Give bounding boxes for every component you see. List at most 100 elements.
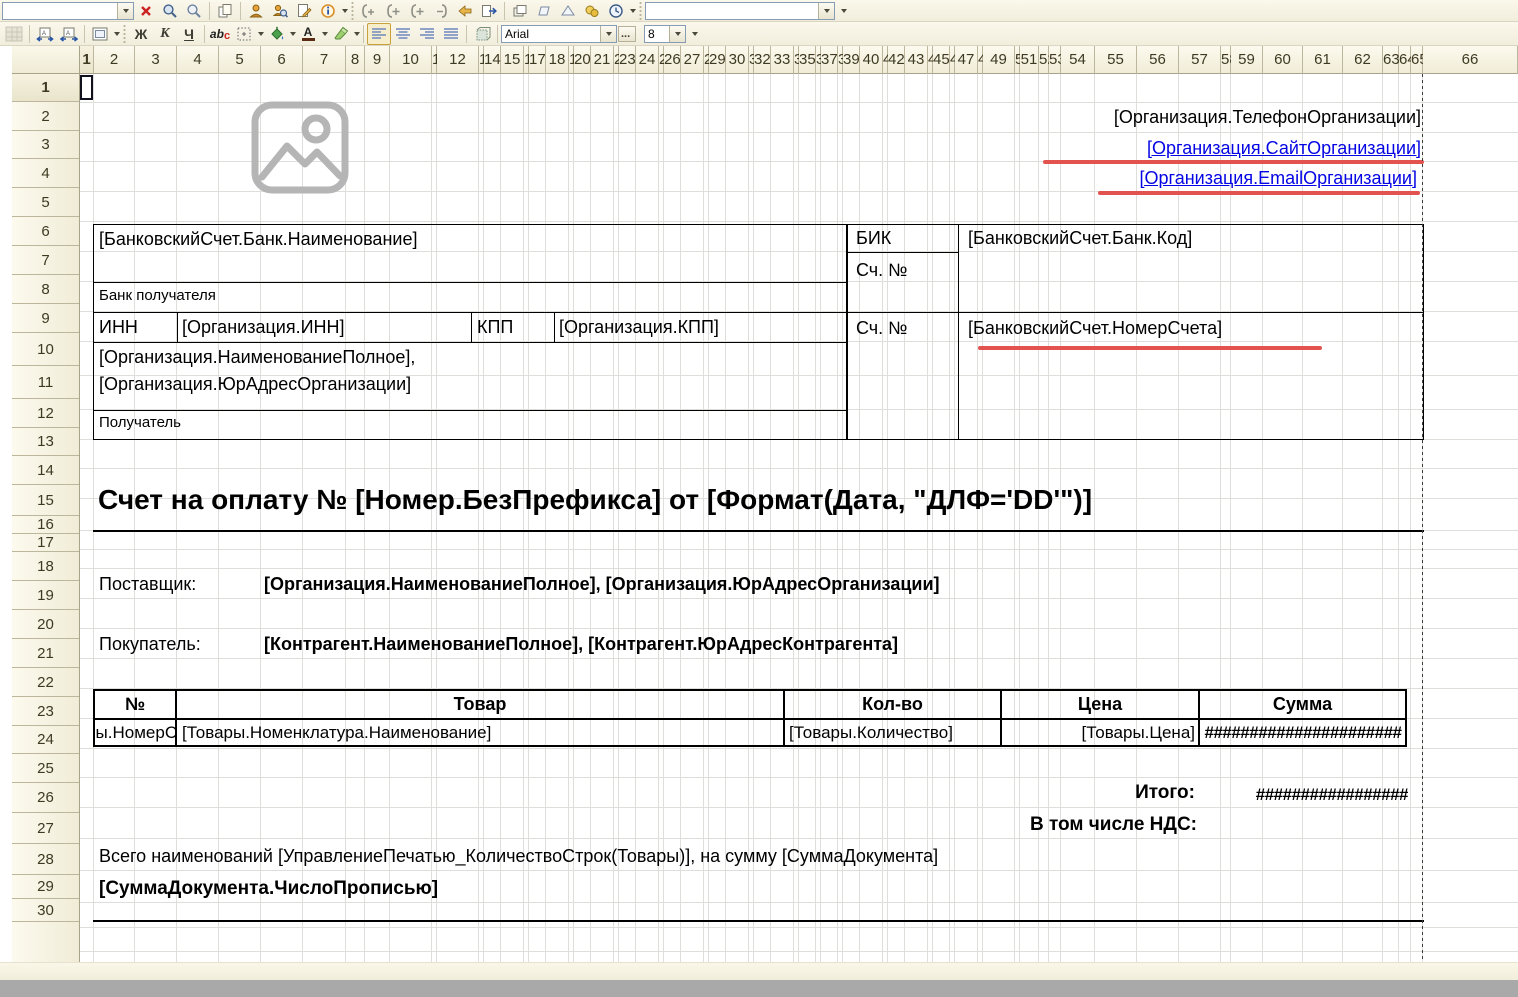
ungroup-columns-button[interactable] <box>429 0 453 22</box>
row-header-26[interactable]: 26 <box>12 783 79 813</box>
widen-column-button[interactable]: A <box>57 23 81 45</box>
column-header-43[interactable]: 43 <box>905 46 928 74</box>
find-user-button[interactable] <box>268 0 292 22</box>
zoom-out-button[interactable] <box>182 0 206 22</box>
column-header-4[interactable]: 4 <box>177 46 219 74</box>
column-header-1[interactable]: 1 <box>80 46 94 74</box>
column-header-3[interactable]: 3 <box>135 46 177 74</box>
user-button[interactable] <box>244 0 268 22</box>
cell-reference-combobox[interactable] <box>2 2 134 20</box>
column-header-40[interactable]: 40 <box>860 46 883 74</box>
align-center-button[interactable] <box>391 23 415 45</box>
column-header-64[interactable]: 64 <box>1399 46 1411 74</box>
cell-format-dropdown[interactable] <box>114 32 120 36</box>
column-header-58[interactable]: 58 <box>1221 46 1231 74</box>
image-placeholder[interactable] <box>250 100 350 195</box>
template-combobox[interactable] <box>645 2 835 20</box>
row-header-24[interactable]: 24 <box>12 726 79 754</box>
row-header-7[interactable]: 7 <box>12 246 79 275</box>
column-header-65[interactable]: 65 <box>1411 46 1423 74</box>
cell-format-button[interactable] <box>88 23 112 45</box>
column-header-60[interactable]: 60 <box>1263 46 1303 74</box>
italic-button[interactable]: К <box>153 23 177 45</box>
column-header-66[interactable]: 66 <box>1423 46 1518 74</box>
column-header-27[interactable]: 27 <box>681 46 704 74</box>
column-header-53[interactable]: 53 <box>1049 46 1061 74</box>
bold-button[interactable]: Ж <box>129 23 153 45</box>
row-header-27[interactable]: 27 <box>12 813 79 844</box>
column-header-7[interactable]: 7 <box>303 46 346 74</box>
align-justify-button[interactable] <box>439 23 463 45</box>
column-header-49[interactable]: 49 <box>983 46 1015 74</box>
row-header-12[interactable]: 12 <box>12 399 79 428</box>
column-header-62[interactable]: 62 <box>1343 46 1383 74</box>
row-header-10[interactable]: 10 <box>12 333 79 366</box>
group-columns-button[interactable] <box>381 0 405 22</box>
row-header-9[interactable]: 9 <box>12 304 79 333</box>
info-button[interactable] <box>316 0 340 22</box>
row-header-23[interactable]: 23 <box>12 697 79 726</box>
column-header-20[interactable]: 20 <box>574 46 591 74</box>
column-header-9[interactable]: 9 <box>365 46 390 74</box>
column-header-12[interactable]: 12 <box>437 46 479 74</box>
row-header-17[interactable]: 17 <box>12 534 79 552</box>
row-header-5[interactable]: 5 <box>12 188 79 217</box>
row-header-2[interactable]: 2 <box>12 102 79 131</box>
row-header-19[interactable]: 19 <box>12 581 79 610</box>
column-header-56[interactable]: 56 <box>1137 46 1179 74</box>
column-header-51[interactable]: 51 <box>1020 46 1039 74</box>
column-header-26[interactable]: 26 <box>664 46 681 74</box>
column-header-18[interactable]: 18 <box>546 46 569 74</box>
org-email-cell[interactable]: [Организация.EmailОрганизации] <box>980 166 1417 190</box>
column-header-32[interactable]: 32 <box>754 46 771 74</box>
column-header-57[interactable]: 57 <box>1179 46 1221 74</box>
shrink-column-button[interactable]: A <box>33 23 57 45</box>
row-header-21[interactable]: 21 <box>12 639 79 668</box>
align-right-button[interactable] <box>415 23 439 45</box>
sheet-grid[interactable]: [Организация.ТелефонОрганизации] [Органи… <box>80 74 1518 962</box>
forward-button[interactable] <box>453 0 477 22</box>
formatting-overflow-dropdown[interactable] <box>692 32 698 36</box>
column-header-39[interactable]: 39 <box>843 46 860 74</box>
clear-reference-button[interactable] <box>134 0 158 22</box>
column-header-29[interactable]: 29 <box>709 46 726 74</box>
history-button[interactable] <box>604 0 628 22</box>
layers-button[interactable] <box>508 0 532 22</box>
edit-document-button[interactable] <box>292 0 316 22</box>
fill-color-button[interactable] <box>264 23 288 45</box>
row-header-3[interactable]: 3 <box>12 131 79 159</box>
column-header-55[interactable]: 55 <box>1095 46 1137 74</box>
row-header-28[interactable]: 28 <box>12 844 79 875</box>
names-button[interactable] <box>580 0 604 22</box>
column-header-33[interactable]: 33 <box>771 46 794 74</box>
zoom-in-button[interactable] <box>158 0 182 22</box>
copy-button[interactable] <box>213 0 237 22</box>
column-header-42[interactable]: 42 <box>888 46 905 74</box>
column-header-47[interactable]: 47 <box>955 46 978 74</box>
column-header-14[interactable]: 14 <box>484 46 501 74</box>
group-rows-button[interactable] <box>357 0 381 22</box>
underline-button[interactable]: Ч <box>177 23 201 45</box>
toolbar-overflow-dropdown[interactable] <box>841 9 847 13</box>
ungroup-rows-button[interactable] <box>405 0 429 22</box>
column-header-63[interactable]: 63 <box>1383 46 1399 74</box>
info-dropdown[interactable] <box>342 9 348 13</box>
row-header-25[interactable]: 25 <box>12 754 79 783</box>
row-header-8[interactable]: 8 <box>12 275 79 304</box>
column-header-23[interactable]: 23 <box>619 46 636 74</box>
row-header-29[interactable]: 29 <box>12 875 79 899</box>
column-header-45[interactable]: 45 <box>933 46 950 74</box>
font-more-button[interactable]: ... <box>618 26 636 42</box>
template-combobox-dropdown[interactable] <box>818 3 834 19</box>
highlight-button[interactable] <box>328 23 352 45</box>
format-painter-button[interactable] <box>470 23 494 45</box>
horizontal-scrollbar[interactable] <box>0 980 1518 997</box>
column-header-24[interactable]: 24 <box>636 46 659 74</box>
history-dropdown[interactable] <box>630 9 636 13</box>
column-header-54[interactable]: 54 <box>1061 46 1095 74</box>
highlight-dropdown[interactable] <box>354 32 360 36</box>
column-header-2[interactable]: 2 <box>94 46 135 74</box>
column-header-6[interactable]: 6 <box>261 46 303 74</box>
font-family-dropdown[interactable] <box>600 26 616 42</box>
row-header-20[interactable]: 20 <box>12 610 79 639</box>
